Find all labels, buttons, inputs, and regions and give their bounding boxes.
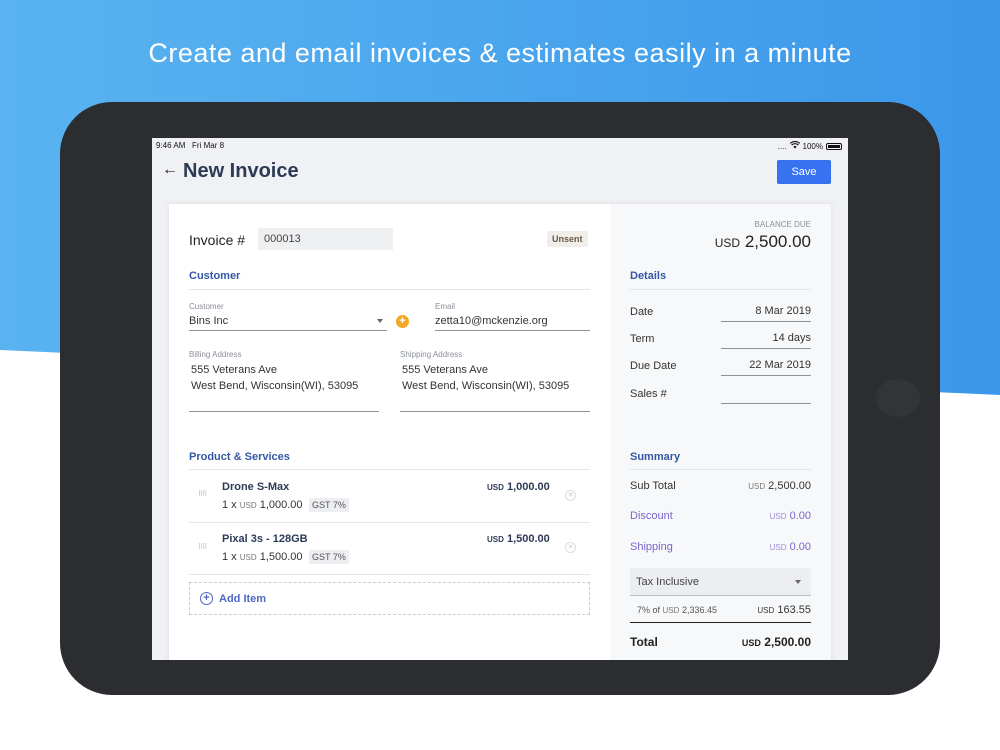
tax-type-select[interactable]: Tax Inclusive — [630, 568, 811, 596]
screen: 9:46 AM Fri Mar 8 .... 100% ← New Invoic… — [152, 138, 848, 660]
item-total: USD 1,500.00 — [487, 533, 550, 545]
status-right: .... 100% — [778, 141, 842, 151]
customer-select[interactable]: Bins Inc — [189, 315, 228, 327]
due-date-label: Due Date — [630, 360, 677, 372]
subtotal-label: Sub Total — [630, 480, 676, 492]
nav-bar: ← New Invoice Save — [152, 154, 848, 204]
item-name: Drone S-Max — [222, 481, 290, 493]
customer-label: Customer — [189, 302, 224, 311]
divider — [189, 469, 590, 470]
item-total: USD 1,000.00 — [487, 481, 550, 493]
shipping-address-field[interactable]: 555 Veterans Ave West Bend, Wisconsin(WI… — [402, 362, 569, 394]
term-field[interactable]: 14 days — [772, 332, 811, 344]
shipping-value[interactable]: USD 0.00 — [770, 541, 811, 553]
divider — [630, 469, 811, 470]
customer-section-title: Customer — [189, 270, 241, 282]
balance-label: BALANCE DUE — [754, 220, 811, 229]
products-section-title: Product & Services — [189, 451, 290, 463]
invoice-number-field[interactable]: 000013 — [258, 228, 393, 250]
total-value: USD 2,500.00 — [741, 635, 811, 649]
drag-handle-icon[interactable]: ⠿⠿ — [198, 543, 207, 551]
invoice-number-label: Invoice # — [189, 232, 246, 248]
page-title: New Invoice — [183, 160, 299, 182]
signal-icon: .... — [777, 141, 787, 151]
details-section-title: Details — [630, 270, 667, 282]
shipping-link[interactable]: Shipping — [630, 541, 673, 553]
email-field[interactable]: zetta10@mckenzie.org — [435, 315, 548, 327]
chevron-down-icon — [377, 319, 383, 323]
divider — [189, 574, 590, 575]
term-label: Term — [630, 333, 655, 345]
status-badge: Unsent — [547, 231, 588, 247]
plus-circle-icon: + — [200, 592, 213, 605]
total-divider — [630, 622, 811, 623]
tax-line-label: 7% of USD 2,336.45 — [637, 605, 717, 615]
home-button — [876, 379, 920, 417]
due-date-field[interactable]: 22 Mar 2019 — [749, 359, 811, 371]
status-time: 9:46 AM Fri Mar 8 — [156, 141, 225, 150]
divider — [630, 289, 811, 290]
discount-value[interactable]: USD 0.00 — [770, 510, 811, 522]
wifi-icon — [789, 141, 800, 151]
tax-badge: GST 7% — [309, 550, 349, 564]
summary-section-title: Summary — [630, 451, 681, 463]
billing-address-label: Billing Address — [189, 350, 242, 359]
email-underline — [435, 330, 590, 331]
status-bar: 9:46 AM Fri Mar 8 .... 100% — [152, 138, 848, 154]
back-arrow-icon[interactable]: ← — [162, 161, 178, 179]
subtotal-value: USD 2,500.00 — [748, 480, 811, 492]
shipping-underline — [400, 411, 590, 412]
sales-number-label: Sales # — [630, 388, 667, 400]
billing-underline — [189, 411, 379, 412]
term-underline — [721, 348, 811, 349]
divider — [189, 289, 590, 290]
drag-handle-icon[interactable]: ⠿⠿ — [198, 490, 207, 498]
add-customer-icon[interactable]: + — [396, 315, 409, 328]
shipping-address-label: Shipping Address — [400, 350, 463, 359]
due-date-underline — [721, 375, 811, 376]
invoice-card: Invoice # 000013 Unsent Customer Custome… — [169, 204, 831, 660]
tax-value: USD 163.55 — [757, 604, 811, 616]
side-panel: BALANCE DUE USD 2,500.00 Details Date 8 … — [610, 204, 831, 660]
total-label: Total — [630, 635, 658, 649]
item-qty-price: 1 x USD 1,500.00 — [222, 551, 303, 563]
chevron-down-icon — [795, 580, 801, 584]
item-qty-price: 1 x USD 1,000.00 — [222, 499, 303, 511]
item-name: Pixal 3s - 128GB — [222, 533, 308, 545]
date-label: Date — [630, 306, 654, 318]
headline: Create and email invoices & estimates ea… — [148, 38, 852, 68]
battery-percent: 100% — [802, 141, 823, 151]
billing-address-field[interactable]: 555 Veterans Ave West Bend, Wisconsin(WI… — [191, 362, 358, 394]
divider — [189, 522, 590, 523]
add-item-label: Add Item — [219, 592, 267, 605]
battery-icon — [826, 142, 842, 150]
date-underline — [721, 321, 811, 322]
balance-amount: USD 2,500.00 — [714, 232, 811, 251]
remove-item-icon[interactable]: ✕ — [565, 542, 576, 553]
sales-number-underline — [721, 403, 811, 404]
add-item-button[interactable]: + Add Item — [189, 582, 590, 615]
discount-link[interactable]: Discount — [630, 510, 673, 522]
tax-badge: GST 7% — [309, 498, 349, 512]
remove-item-icon[interactable]: ✕ — [565, 490, 576, 501]
date-field[interactable]: 8 Mar 2019 — [755, 305, 811, 317]
email-label: Email — [435, 302, 456, 311]
save-button[interactable]: Save — [777, 160, 831, 184]
customer-underline — [189, 330, 387, 331]
